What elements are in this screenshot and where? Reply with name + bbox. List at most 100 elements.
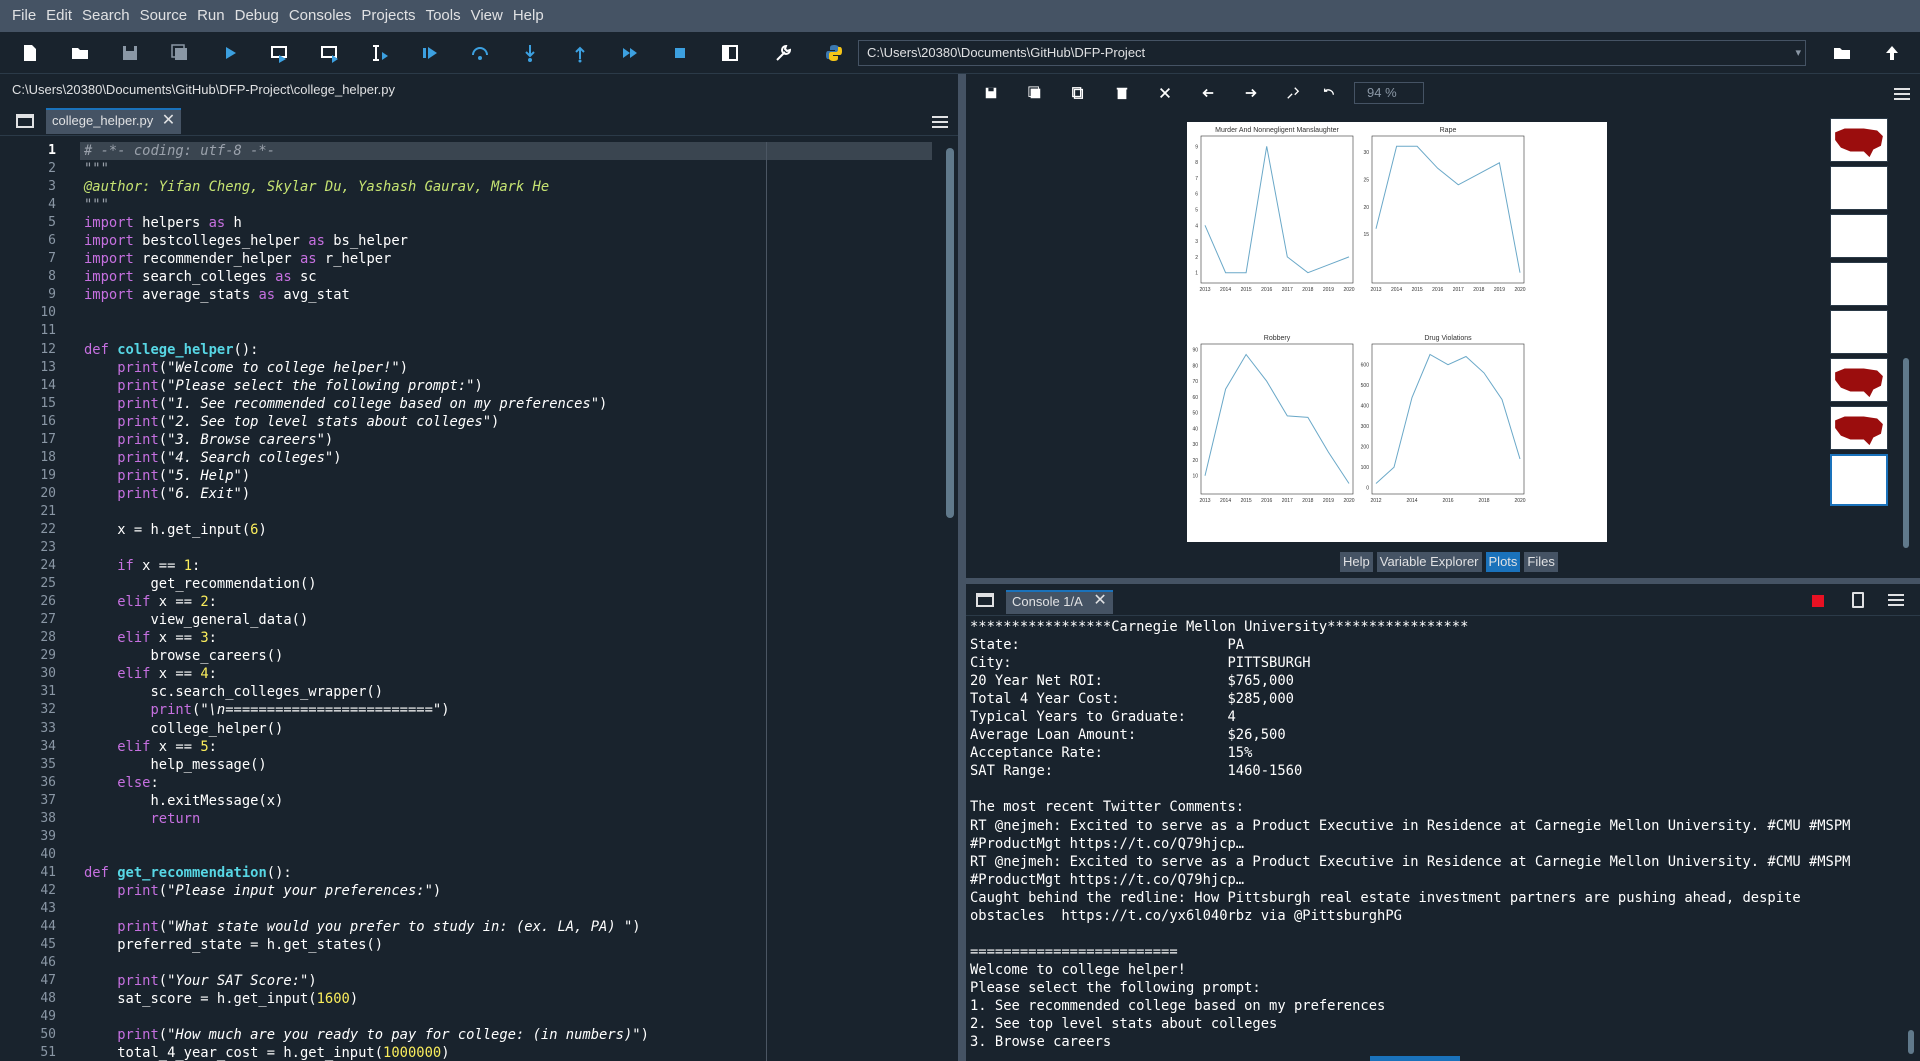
working-directory-combo[interactable]: C:\Users\20380\Documents\GitHub\DFP-Proj…: [858, 40, 1806, 66]
copy-plot-icon[interactable]: [1069, 84, 1087, 102]
debug-icon[interactable]: [416, 39, 444, 67]
zoom-out-icon[interactable]: [1284, 84, 1302, 102]
menu-source[interactable]: Source: [136, 0, 192, 32]
python-path-icon[interactable]: [820, 39, 848, 67]
thumbnail-us-map[interactable]: [1830, 406, 1888, 450]
tab-help[interactable]: Help: [1340, 552, 1373, 572]
thumbnails-scrollbar[interactable]: [1902, 118, 1910, 548]
editor-menu-icon[interactable]: [932, 116, 948, 128]
remove-variables-icon[interactable]: [1852, 592, 1864, 608]
menu-debug[interactable]: Debug: [231, 0, 283, 32]
stop-debug-icon[interactable]: [666, 39, 694, 67]
zoom-in-icon[interactable]: [1320, 84, 1338, 102]
axes-frame: [1371, 343, 1525, 495]
y-tick-label: 15: [1363, 232, 1369, 238]
tab-plots[interactable]: Plots: [1485, 552, 1521, 572]
line-number: 13: [40, 359, 56, 375]
pane-options-icon[interactable]: [16, 114, 34, 128]
console-scrollbar[interactable]: [1906, 626, 1916, 1056]
run-cell-advance-icon[interactable]: [316, 39, 344, 67]
save-icon[interactable]: [116, 39, 144, 67]
thumbnail-us-map[interactable]: [1830, 358, 1888, 402]
line-number: 29: [40, 648, 56, 664]
thumbnail-plot[interactable]: [1830, 310, 1888, 354]
subplot-title: Murder And Nonnegligent Manslaughter: [1215, 127, 1339, 134]
console-output[interactable]: *****************Carnegie Mellon Univers…: [970, 618, 1900, 1058]
plots-menu-icon[interactable]: [1894, 88, 1910, 100]
console-line: =========================: [970, 943, 1178, 960]
console-menu-icon[interactable]: [1888, 594, 1904, 606]
menu-search[interactable]: Search: [78, 0, 134, 32]
close-icon[interactable]: ✕: [162, 110, 175, 132]
console-line: RT @nejmeh: Excited to serve as a Produc…: [970, 817, 1851, 834]
thumbnail-us-map[interactable]: [1830, 118, 1888, 162]
thumbnail-plot[interactable]: [1830, 166, 1888, 210]
remove-all-plots-icon[interactable]: [1156, 84, 1174, 102]
run-icon[interactable]: [216, 39, 244, 67]
parent-directory-icon[interactable]: [1878, 39, 1906, 67]
editor-tabbar: college_helper.py ✕: [0, 106, 958, 136]
tab-files[interactable]: Files: [1524, 552, 1558, 572]
menu-projects[interactable]: Projects: [357, 0, 419, 32]
maximize-pane-icon[interactable]: [716, 39, 744, 67]
menu-tools[interactable]: Tools: [422, 0, 465, 32]
menu-help[interactable]: Help: [509, 0, 548, 32]
close-icon[interactable]: ✕: [1093, 591, 1106, 611]
x-tick-label: 2012: [1370, 498, 1381, 504]
tab-variable-explorer[interactable]: Variable Explorer: [1376, 552, 1482, 572]
save-all-plots-icon[interactable]: [1026, 84, 1044, 102]
thumbnail-plot[interactable]: [1830, 214, 1888, 258]
pane-options-icon[interactable]: [976, 593, 994, 607]
run-cell-icon[interactable]: [266, 39, 294, 67]
code-lines[interactable]: # -*- coding: utf-8 -*- """ @author: Yif…: [84, 142, 934, 1061]
menu-edit[interactable]: Edit: [42, 0, 76, 32]
console-line: Typical Years to Graduate: 4: [970, 709, 1236, 726]
console-line: 20 Year Net ROI: $765,000: [970, 673, 1294, 690]
menu-file[interactable]: File: [8, 0, 40, 32]
x-tick-label: 2017: [1453, 287, 1464, 293]
scrollbar-thumb[interactable]: [1903, 358, 1909, 548]
step-return-icon[interactable]: [566, 39, 594, 67]
line-number: 21: [40, 503, 56, 519]
x-tick-label: 2019: [1323, 498, 1334, 504]
run-selection-icon[interactable]: [366, 39, 394, 67]
y-tick-label: 60: [1192, 395, 1198, 401]
line-number: 35: [40, 756, 56, 772]
preferences-icon[interactable]: [770, 39, 798, 67]
menu-view[interactable]: View: [467, 0, 507, 32]
browse-directory-icon[interactable]: [1828, 39, 1856, 67]
console-line: Total 4 Year Cost: $285,000: [970, 691, 1294, 708]
interrupt-kernel-icon[interactable]: [1812, 595, 1824, 607]
console-line: City: PITTSBURGH: [970, 655, 1311, 672]
scrollbar-thumb[interactable]: [946, 148, 954, 518]
step-icon[interactable]: [466, 39, 494, 67]
menu-consoles[interactable]: Consoles: [285, 0, 356, 32]
scrollbar-thumb[interactable]: [1908, 1030, 1914, 1054]
menu-run[interactable]: Run: [193, 0, 229, 32]
continue-icon[interactable]: [616, 39, 644, 67]
open-icon[interactable]: [66, 39, 94, 67]
thumbnail-plot[interactable]: [1830, 262, 1888, 306]
console-line: Please select the following prompt:: [970, 979, 1261, 996]
code-editor[interactable]: 1 2 3 4 5 6 7 8 9 10 11 12 13 14 15 16 17 18 19 20 21 22 23 24 2…: [0, 142, 944, 1061]
new-file-icon[interactable]: [16, 39, 44, 67]
y-tick-label: 8: [1195, 160, 1198, 166]
tab-college-helper[interactable]: college_helper.py ✕: [46, 108, 182, 134]
plot-figure: Murder And Nonnegligent Manslaughter 2013…: [1187, 122, 1607, 542]
tab-console[interactable]: Console 1/A ✕: [1006, 590, 1113, 614]
chevron-down-icon[interactable]: ▾: [1795, 41, 1801, 65]
editor-scrollbar[interactable]: [944, 142, 956, 1061]
y-tick-label: 25: [1363, 177, 1369, 183]
thumbnail-plot-selected[interactable]: [1830, 454, 1888, 506]
series-line: [1375, 145, 1521, 273]
save-plot-icon[interactable]: [982, 84, 1000, 102]
vertical-splitter[interactable]: [958, 74, 966, 1061]
zoom-level[interactable]: 94 %: [1354, 82, 1424, 104]
previous-plot-icon[interactable]: [1199, 84, 1217, 102]
y-tick-label: 600: [1361, 363, 1370, 369]
save-all-icon[interactable]: [166, 39, 194, 67]
remove-plot-icon[interactable]: [1113, 84, 1131, 102]
line-number: 33: [40, 720, 56, 736]
next-plot-icon[interactable]: [1242, 84, 1260, 102]
step-into-icon[interactable]: [516, 39, 544, 67]
